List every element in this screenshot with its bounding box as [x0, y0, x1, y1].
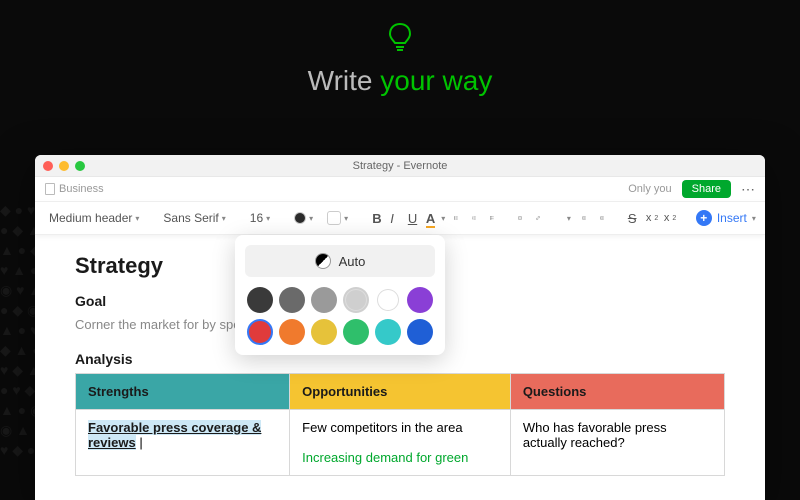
hero-text-1: Write	[308, 65, 381, 96]
color-swatch-grid	[245, 287, 435, 345]
chevron-down-icon: ▾	[567, 214, 571, 223]
superscript-button[interactable]: x2	[640, 208, 656, 228]
chevron-down-icon: ▾	[752, 214, 756, 223]
questions-header[interactable]: Questions	[510, 373, 724, 409]
color-swatch-mid-gray[interactable]	[311, 287, 337, 313]
strikethrough-button[interactable]: S	[622, 207, 638, 230]
hero-headline: Write your way	[0, 65, 800, 97]
window-title: Strategy - Evernote	[35, 160, 765, 172]
font-size-label: 16	[250, 211, 263, 225]
subscript-button[interactable]: x2	[658, 208, 674, 228]
link-button[interactable]	[530, 207, 546, 229]
notebook-icon	[45, 183, 55, 195]
opportunities-text-2: Increasing demand for green	[302, 450, 468, 465]
svg-text:1: 1	[472, 216, 473, 218]
hero-text-accent: your way	[380, 65, 492, 96]
analysis-table[interactable]: Strengths Opportunities Questions Favora…	[75, 373, 725, 476]
checklist-button[interactable]	[484, 207, 500, 229]
color-swatch-yellow[interactable]	[311, 319, 337, 345]
color-swatch-blue[interactable]	[407, 319, 433, 345]
window-titlebar: Strategy - Evernote	[35, 155, 765, 177]
formatting-toolbar: Medium header ▾ Sans Serif ▾ 16 ▾ ▾ ▾ B …	[35, 201, 765, 235]
lightbulb-icon	[387, 22, 413, 57]
traffic-lights	[43, 161, 85, 171]
numbered-list-button[interactable]: 123	[466, 207, 482, 229]
text-cursor: |	[139, 435, 142, 450]
note-header-bar: Business Only you Share ⋯	[35, 177, 765, 201]
text-color-button[interactable]: A▾	[420, 207, 436, 230]
color-swatch-gray[interactable]	[279, 287, 305, 313]
color-swatch-orange[interactable]	[279, 319, 305, 345]
app-window: Strategy - Evernote Business Only you Sh…	[35, 155, 765, 500]
heading-label: Medium header	[49, 211, 132, 225]
visibility-label: Only you	[628, 183, 671, 195]
strengths-cell[interactable]: Favorable press coverage & reviews |	[76, 409, 290, 475]
insert-label: Insert	[717, 211, 747, 225]
chevron-down-icon: ▾	[266, 214, 270, 223]
bold-button[interactable]: B	[366, 207, 382, 230]
underline-button[interactable]: U	[402, 207, 418, 230]
chevron-down-icon: ▾	[441, 214, 445, 223]
plus-icon: +	[696, 210, 712, 226]
chevron-down-icon: ▾	[222, 214, 226, 223]
font-color-swatch-icon	[294, 212, 306, 224]
strengths-header[interactable]: Strengths	[76, 373, 290, 409]
opportunities-text-1: Few competitors in the area	[302, 420, 462, 435]
align-button[interactable]: ▾	[558, 207, 574, 229]
color-swatch-teal[interactable]	[375, 319, 401, 345]
indent-button[interactable]	[594, 207, 610, 229]
font-size-select[interactable]: 16 ▾	[244, 207, 276, 229]
color-swatch-white[interactable]	[375, 287, 401, 313]
share-button[interactable]: Share	[682, 180, 731, 198]
heading-select[interactable]: Medium header ▾	[43, 207, 145, 229]
color-swatch-light-gray[interactable]	[343, 287, 369, 313]
highlight-color-button[interactable]: ▾	[321, 207, 354, 229]
minimize-window-button[interactable]	[59, 161, 69, 171]
notebook-breadcrumb[interactable]: Business	[45, 183, 104, 195]
font-select[interactable]: Sans Serif ▾	[157, 207, 231, 229]
color-swatch-red[interactable]	[247, 319, 273, 345]
chevron-down-icon: ▾	[309, 214, 313, 223]
outdent-button[interactable]	[576, 207, 592, 229]
font-label: Sans Serif	[163, 211, 218, 225]
questions-text: Who has favorable press actually reached…	[523, 420, 667, 450]
opportunities-cell[interactable]: Few competitors in the area Increasing d…	[290, 409, 511, 475]
hero-section: Write your way	[0, 0, 800, 97]
questions-cell[interactable]: Who has favorable press actually reached…	[510, 409, 724, 475]
opportunities-header[interactable]: Opportunities	[290, 373, 511, 409]
table-header-row: Strengths Opportunities Questions	[76, 373, 725, 409]
strengths-link[interactable]: Favorable press coverage & reviews	[88, 420, 261, 450]
more-menu-icon[interactable]: ⋯	[741, 181, 755, 198]
chevron-down-icon: ▾	[344, 214, 348, 223]
auto-label: Auto	[339, 254, 366, 269]
bullet-list-button[interactable]	[448, 207, 464, 229]
insert-button[interactable]: + Insert ▾	[688, 206, 764, 230]
chevron-down-icon: ▾	[135, 214, 139, 223]
maximize-window-button[interactable]	[75, 161, 85, 171]
code-block-button[interactable]	[512, 207, 528, 229]
highlight-swatch-icon	[327, 211, 341, 225]
table-row: Favorable press coverage & reviews | Few…	[76, 409, 725, 475]
color-swatch-purple[interactable]	[407, 287, 433, 313]
auto-color-icon	[315, 253, 331, 269]
color-picker-popover: Auto	[235, 235, 445, 355]
color-swatch-green[interactable]	[343, 319, 369, 345]
color-auto-button[interactable]: Auto	[245, 245, 435, 277]
italic-button[interactable]: I	[384, 207, 400, 230]
notebook-name: Business	[59, 183, 104, 195]
color-swatch-dark-gray[interactable]	[247, 287, 273, 313]
close-window-button[interactable]	[43, 161, 53, 171]
font-color-button[interactable]: ▾	[288, 208, 319, 228]
